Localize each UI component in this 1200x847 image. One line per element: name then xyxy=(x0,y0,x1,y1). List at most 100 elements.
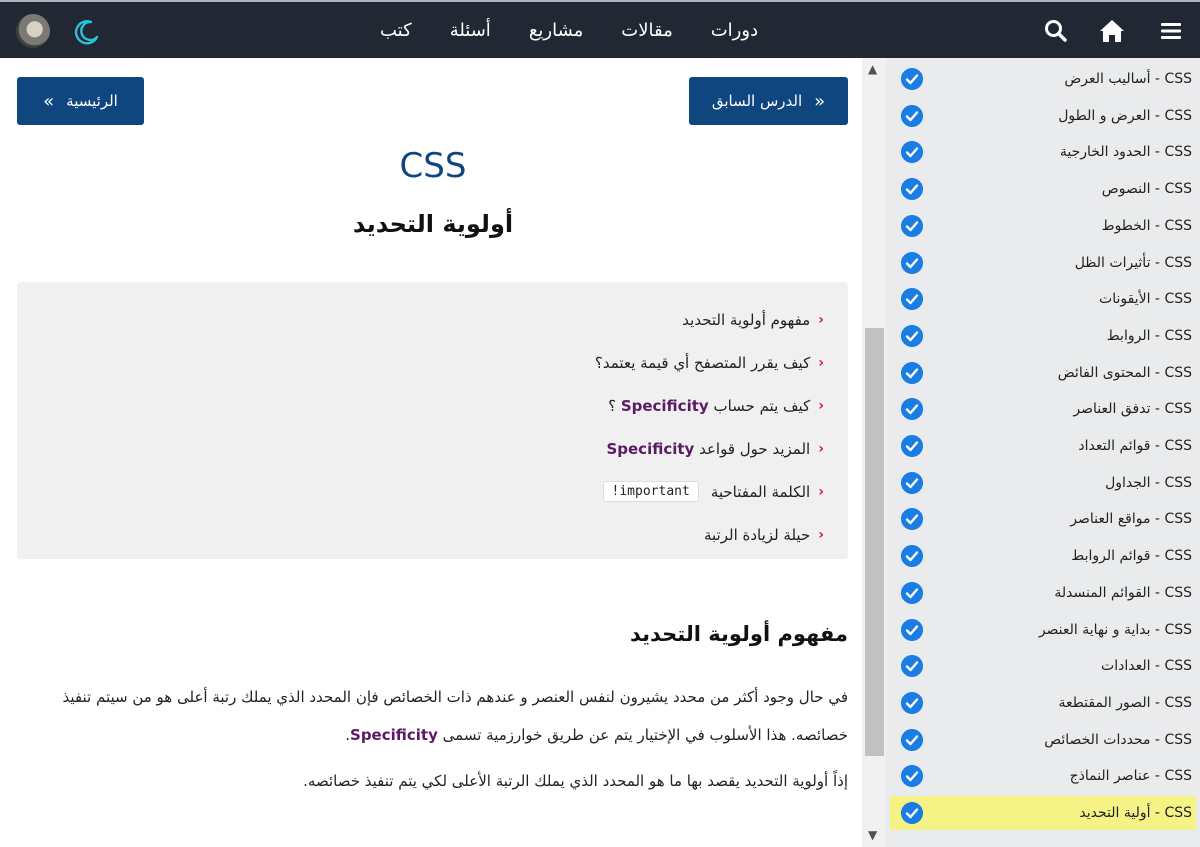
check-circle-icon xyxy=(901,618,923,641)
check-circle-icon xyxy=(901,324,923,347)
sidebar-item[interactable]: CSS - الجداول xyxy=(890,466,1196,500)
sidebar-item-label: CSS - الروابط xyxy=(1106,327,1192,344)
nav-questions[interactable]: أسئلة xyxy=(450,16,491,46)
toc-arrow-icon: ‹ xyxy=(818,483,824,500)
nav-projects[interactable]: مشاريع xyxy=(529,16,583,46)
sidebar-item-label: CSS - بداية و نهاية العنصر xyxy=(1038,621,1192,638)
sidebar-item[interactable]: CSS - الأيقونات xyxy=(890,282,1196,316)
home-button-label: الرئيسية xyxy=(66,92,118,110)
home-button[interactable]: الرئيسية » xyxy=(17,77,144,125)
sidebar-item[interactable]: CSS - الحدود الخارجية xyxy=(890,135,1196,169)
sidebar-item-label: CSS - النصوص xyxy=(1101,181,1192,198)
nav-books[interactable]: كتب xyxy=(380,16,412,46)
sidebar-item-label: CSS - تأثيرات الظل xyxy=(1074,254,1192,271)
check-circle-icon xyxy=(901,581,923,604)
check-circle-icon xyxy=(901,691,923,714)
check-circle-icon xyxy=(901,802,923,824)
home-icon[interactable] xyxy=(1097,16,1127,46)
sidebar-item-label: CSS - تدفق العناصر xyxy=(1073,401,1192,418)
sidebar-item-label: CSS - العرض و الطول xyxy=(1058,107,1192,124)
sidebar-item-label: CSS - عناصر النماذج xyxy=(1069,768,1192,785)
sidebar-item[interactable]: CSS - القوائم المنسدلة xyxy=(890,576,1196,610)
search-icon[interactable] xyxy=(1041,16,1071,46)
sidebar-item[interactable]: CSS - عناصر النماذج xyxy=(890,759,1196,793)
check-circle-icon xyxy=(901,214,923,237)
sidebar-item-active[interactable]: CSS - أولية التحديد xyxy=(890,796,1196,830)
toc-item[interactable]: ‹ كيف يتم حساب Specificity ؟ xyxy=(37,384,824,427)
check-circle-icon xyxy=(901,178,923,201)
sidebar-item[interactable]: CSS - النصوص xyxy=(890,172,1196,206)
sidebar-item[interactable]: CSS - الصور المقتطعة xyxy=(890,686,1196,720)
nav-courses[interactable]: دورات xyxy=(711,16,758,46)
sidebar-item[interactable]: CSS - قوائم الروابط xyxy=(890,539,1196,573)
sidebar-item[interactable]: CSS - تدفق العناصر xyxy=(890,392,1196,426)
scrollbar-thumb[interactable] xyxy=(865,328,884,756)
check-circle-icon xyxy=(901,361,923,384)
sidebar-item[interactable]: CSS - العرض و الطول xyxy=(890,99,1196,133)
check-circle-icon xyxy=(901,251,923,274)
check-circle-icon xyxy=(901,508,923,531)
paragraph-1: في حال وجود أكثر من محدد يشيرون لنفس الع… xyxy=(6,678,849,754)
sidebar-item-label: CSS - القوائم المنسدلة xyxy=(1054,584,1192,601)
toc-item[interactable]: ‹ كيف يقرر المتصفح أي قيمة يعتمد؟ xyxy=(37,341,824,384)
toc-item-label: كيف يقرر المتصفح أي قيمة يعتمد؟ xyxy=(594,353,811,372)
sidebar-item[interactable]: CSS - الخطوط xyxy=(890,209,1196,243)
top-navbar: دورات مقالات مشاريع أسئلة كتب xyxy=(0,0,1200,58)
toc-item-label: الكلمة المفتاحية xyxy=(710,482,811,501)
sidebar-item[interactable]: CSS - قوائم التعداد xyxy=(890,429,1196,463)
check-circle-icon xyxy=(901,728,923,751)
lesson-content: « الدرس السابق الرئيسية » CSS أولوية الت… xyxy=(0,58,862,847)
check-circle-icon xyxy=(901,104,923,127)
toc-keyword: Specificity xyxy=(620,396,709,415)
toc-arrow-icon: ‹ xyxy=(818,354,824,371)
table-of-contents: ‹ مفهوم أولوية التحديد ‹ كيف يقرر المتصف… xyxy=(17,282,848,559)
sidebar-item[interactable]: CSS - مواقع العناصر xyxy=(890,502,1196,536)
sidebar-item-label: CSS - مواقع العناصر xyxy=(1070,511,1192,528)
toc-item[interactable]: ‹ حيلة لزيادة الرتبة xyxy=(37,513,824,556)
sidebar-item[interactable]: CSS - تأثيرات الظل xyxy=(890,246,1196,280)
check-circle-icon xyxy=(901,435,923,457)
scroll-down-icon[interactable]: ▼ xyxy=(868,828,877,842)
sidebar-item-label: CSS - قوائم الروابط xyxy=(1071,548,1192,565)
page-title: CSS xyxy=(399,146,467,186)
main-nav: دورات مقالات مشاريع أسئلة كتب xyxy=(380,16,758,46)
lesson-title: أولوية التحديد xyxy=(352,210,514,238)
check-circle-icon xyxy=(901,545,923,568)
previous-lesson-button[interactable]: « الدرس السابق xyxy=(689,77,848,125)
toc-arrow-icon: ‹ xyxy=(818,397,824,414)
scroll-up-icon[interactable]: ▲ xyxy=(868,62,877,76)
paragraph-keyword: Specificity xyxy=(350,726,438,744)
content-scrollbar[interactable]: ▲ ▼ xyxy=(862,58,886,847)
sidebar-item[interactable]: CSS - المحتوى الفائض xyxy=(890,356,1196,390)
sidebar-item-label: CSS - الخطوط xyxy=(1101,217,1192,234)
sidebar-item[interactable]: CSS - محددات الخصائص xyxy=(890,723,1196,757)
moon-icon[interactable] xyxy=(73,18,101,46)
user-avatar[interactable] xyxy=(16,14,50,48)
sidebar-item[interactable]: CSS - بداية و نهاية العنصر xyxy=(890,613,1196,647)
toc-item-label: حيلة لزيادة الرتبة xyxy=(703,525,811,544)
toc-arrow-icon: ‹ xyxy=(818,311,824,328)
sidebar-item[interactable]: CSS - الروابط xyxy=(890,319,1196,353)
sidebar-item-label: CSS - المحتوى الفائض xyxy=(1057,364,1192,381)
chevron-left-icon: « xyxy=(814,90,826,112)
sidebar-item[interactable]: CSS - العدادات xyxy=(890,649,1196,683)
sidebar-item[interactable]: CSS - أساليب العرض xyxy=(890,62,1196,96)
check-circle-icon xyxy=(901,68,923,90)
sidebar-item-label: CSS - قوائم التعداد xyxy=(1078,438,1192,454)
sidebar-item-label: CSS - محددات الخصائص xyxy=(1044,731,1192,748)
check-circle-icon xyxy=(901,398,923,421)
toc-item-label: كيف يتم حساب xyxy=(713,396,811,415)
toc-item[interactable]: ‹ المزيد حول قواعد Specificity xyxy=(37,427,824,470)
sidebar-item-label: CSS - العدادات xyxy=(1101,658,1192,675)
toc-item[interactable]: ‹ الكلمة المفتاحية !important xyxy=(37,470,824,513)
toc-item[interactable]: ‹ مفهوم أولوية التحديد xyxy=(37,298,824,341)
sidebar-item-label: CSS - الجداول xyxy=(1105,474,1192,491)
nav-articles[interactable]: مقالات xyxy=(621,16,672,46)
toc-item-label: المزيد حول قواعد xyxy=(699,439,811,458)
hamburger-menu-icon[interactable] xyxy=(1156,16,1186,46)
toc-arrow-icon: ‹ xyxy=(818,440,824,457)
sidebar-item-label: CSS - الصور المقتطعة xyxy=(1058,694,1192,711)
check-circle-icon xyxy=(901,765,923,788)
paragraph-1-line2: خصائصه. هذا الأسلوب في الإختيار يتم عن ط… xyxy=(442,726,848,744)
paragraph-2: إذاً أولوية التحديد يقصد بها ما هو المحد… xyxy=(303,772,848,790)
